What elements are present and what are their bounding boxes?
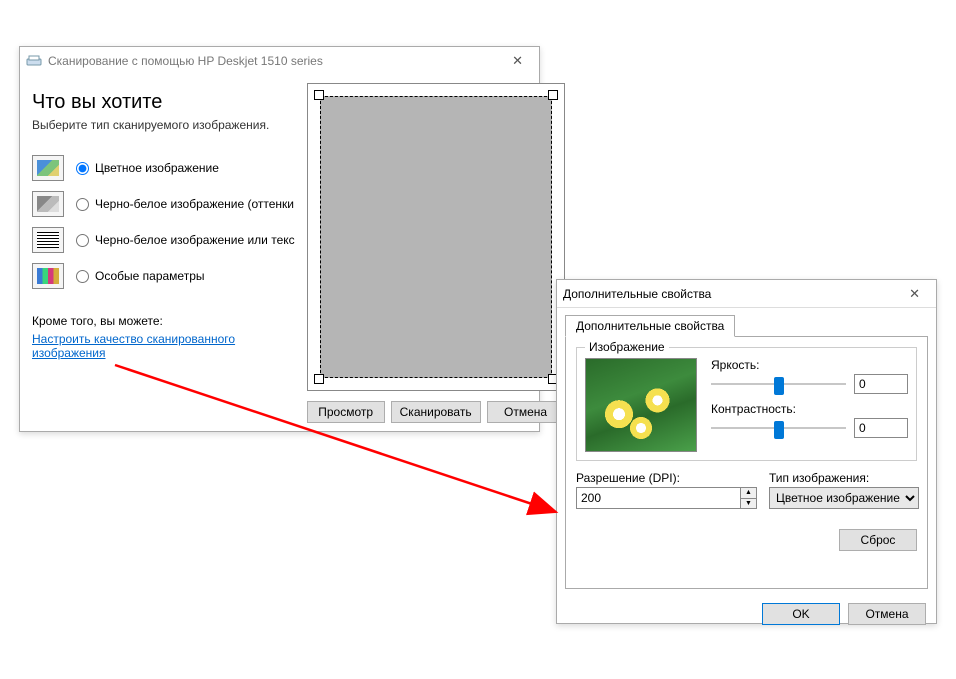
close-icon[interactable]: ✕ — [899, 282, 930, 306]
brightness-slider[interactable] — [711, 377, 846, 391]
preview-button[interactable]: Просмотр — [307, 401, 385, 423]
contrast-label: Контрастность: — [711, 402, 796, 416]
brightness-value[interactable] — [854, 374, 908, 394]
adjust-quality-link[interactable]: Настроить качество сканированного изобра… — [32, 332, 262, 360]
cancel-button[interactable]: Отмена — [487, 401, 565, 423]
ok-button[interactable]: OK — [762, 603, 840, 625]
radio-gray[interactable] — [76, 198, 89, 211]
label-color: Цветное изображение — [95, 161, 219, 175]
also-text: Кроме того, вы можете: — [32, 314, 295, 328]
group-image-title: Изображение — [585, 340, 669, 354]
resolution-input[interactable] — [576, 487, 741, 509]
radio-custom[interactable] — [76, 270, 89, 283]
reset-button[interactable]: Сброс — [839, 529, 917, 551]
gray-thumb-icon — [32, 191, 64, 217]
resolution-up-icon[interactable]: ▲ — [741, 488, 756, 499]
scan-options-pane: Что вы хотите Выберите тип сканируемого … — [20, 75, 301, 431]
radio-bw[interactable] — [76, 234, 89, 247]
option-row-custom[interactable]: Особые параметры — [32, 258, 295, 294]
sample-image-icon — [585, 358, 697, 452]
selection-handle-tl[interactable] — [314, 90, 324, 100]
selection-handle-tr[interactable] — [548, 90, 558, 100]
custom-thumb-icon — [32, 263, 64, 289]
scan-heading: Что вы хотите — [32, 91, 295, 114]
radio-color[interactable] — [76, 162, 89, 175]
tab-strip: Дополнительные свойства — [565, 314, 928, 337]
properties-window: Дополнительные свойства ✕ Дополнительные… — [556, 279, 937, 624]
contrast-slider[interactable] — [711, 421, 846, 435]
preview-page[interactable] — [320, 96, 552, 378]
prop-cancel-button[interactable]: Отмена — [848, 603, 926, 625]
option-row-bw[interactable]: Черно-белое изображение или текс — [32, 222, 295, 258]
contrast-value[interactable] — [854, 418, 908, 438]
label-custom: Особые параметры — [95, 269, 205, 283]
resolution-down-icon[interactable]: ▼ — [741, 499, 756, 509]
option-row-gray[interactable]: Черно-белое изображение (оттенки — [32, 186, 295, 222]
preview-area[interactable] — [307, 83, 565, 391]
scan-titlebar[interactable]: Сканирование с помощью HP Deskjet 1510 s… — [20, 47, 539, 75]
color-thumb-icon — [32, 155, 64, 181]
label-gray: Черно-белое изображение (оттенки — [95, 197, 294, 211]
tab-advanced[interactable]: Дополнительные свойства — [565, 315, 735, 337]
bw-thumb-icon — [32, 227, 64, 253]
option-row-color[interactable]: Цветное изображение — [32, 150, 295, 186]
selection-handle-bl[interactable] — [314, 374, 324, 384]
prop-window-title: Дополнительные свойства — [563, 287, 711, 301]
brightness-label: Яркость: — [711, 358, 759, 372]
label-bw: Черно-белое изображение или текс — [95, 233, 295, 247]
scan-description: Выберите тип сканируемого изображения. — [32, 118, 295, 132]
prop-titlebar[interactable]: Дополнительные свойства ✕ — [557, 280, 936, 308]
scanner-icon — [26, 55, 42, 67]
scan-button[interactable]: Сканировать — [391, 401, 481, 423]
scan-window-title: Сканирование с помощью HP Deskjet 1510 s… — [48, 54, 323, 68]
close-icon[interactable]: ✕ — [502, 49, 533, 73]
scan-window: Сканирование с помощью HP Deskjet 1510 s… — [19, 46, 540, 432]
group-image: Изображение Яркость: Контрастность: — [576, 347, 917, 461]
resolution-label: Разрешение (DPI): — [576, 471, 757, 485]
type-label: Тип изображения: — [769, 471, 919, 485]
image-type-select[interactable]: Цветное изображение — [769, 487, 919, 509]
